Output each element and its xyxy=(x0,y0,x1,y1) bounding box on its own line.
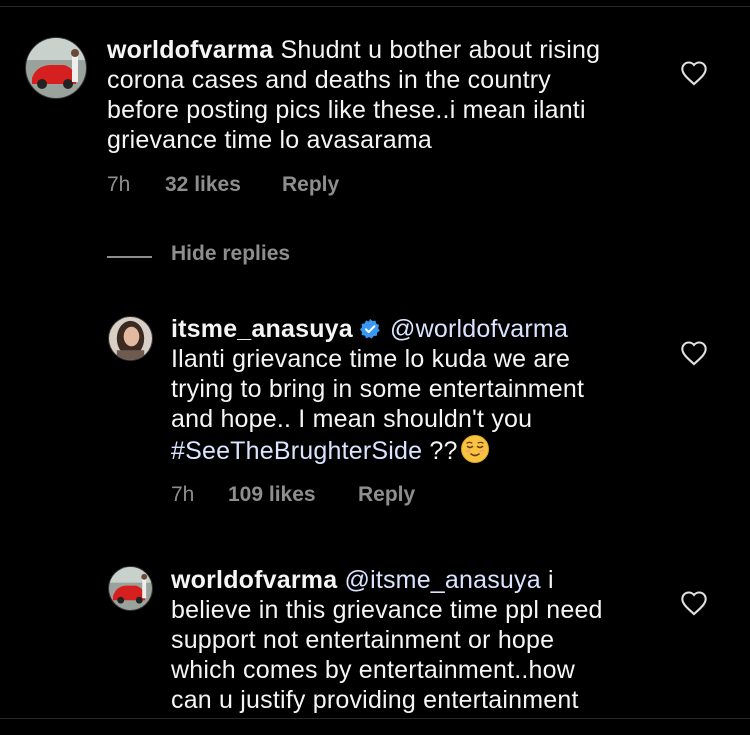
hide-replies-label[interactable]: Hide replies xyxy=(171,242,290,266)
comment-3-username[interactable]: worldofvarma xyxy=(171,566,337,594)
comment-2-reply-button[interactable]: Reply xyxy=(358,483,415,507)
bottom-divider xyxy=(0,718,750,719)
comment-3-line-3: which comes by entertainment..how xyxy=(171,656,576,684)
heart-outline-icon[interactable] xyxy=(680,340,708,366)
hide-replies-line xyxy=(107,256,152,258)
comment-2-tail: ?? xyxy=(422,437,458,465)
relieved-face-emoji-icon xyxy=(460,435,489,463)
avatar-itsme-anasuya[interactable] xyxy=(108,316,153,361)
comment-2-time: 7h xyxy=(171,483,195,506)
comment-2-line-1: Ilanti grievance time lo kuda we are xyxy=(171,345,571,373)
comment-2-line-2: trying to bring in some entertainment xyxy=(171,375,585,403)
comment-3-line-2: support not entertainment or hope xyxy=(171,626,555,654)
comment-3-text: worldofvarma @itsme_anasuya i believe in… xyxy=(171,565,671,715)
profile-photo-icon xyxy=(109,317,152,360)
comment-1-time: 7h xyxy=(107,173,131,196)
heart-outline-icon[interactable] xyxy=(680,60,708,86)
comment-1-line-3: before posting pics like these..i mean i… xyxy=(107,96,586,124)
heart-outline-icon[interactable] xyxy=(680,590,708,616)
comment-1-text: worldofvarma Shudnt u bother about risin… xyxy=(107,35,667,155)
comment-3-first-line-tail: i xyxy=(540,566,554,594)
comment-3-line-1: believe in this grievance time ppl need xyxy=(171,596,603,624)
top-divider xyxy=(0,6,750,7)
comment-1-username[interactable]: worldofvarma xyxy=(107,36,273,64)
comment-2-hashtag[interactable]: #SeeTheBrughterSide xyxy=(171,437,422,465)
comment-1-line-1: Shudnt u bother about rising xyxy=(280,36,601,64)
comment-3-line-4: can u justify providing entertainment xyxy=(171,686,579,714)
comment-3-mention[interactable]: @itsme_anasuya xyxy=(345,566,541,594)
comment-2-mention[interactable]: @worldofvarma xyxy=(390,315,568,343)
comment-1-line-2: corona cases and deaths in the country xyxy=(107,66,551,94)
comment-1-likes[interactable]: 32 likes xyxy=(165,173,241,197)
comment-2-username[interactable]: itsme_anasuya xyxy=(171,315,353,343)
comment-2-likes[interactable]: 109 likes xyxy=(228,483,316,507)
car-photo-icon xyxy=(26,38,86,98)
comment-1-line-4: grievance time lo avasarama xyxy=(107,126,432,154)
car-photo-icon xyxy=(109,567,152,610)
verified-badge-icon xyxy=(359,318,380,339)
comment-1-reply-button[interactable]: Reply xyxy=(282,173,339,197)
avatar-worldofvarma[interactable] xyxy=(108,566,153,611)
comment-2-line-3: and hope.. I mean shouldn't you xyxy=(171,405,533,433)
avatar-worldofvarma[interactable] xyxy=(25,37,87,99)
comment-2-text: itsme_anasuya @worldofvarma Ilanti griev… xyxy=(171,314,671,466)
